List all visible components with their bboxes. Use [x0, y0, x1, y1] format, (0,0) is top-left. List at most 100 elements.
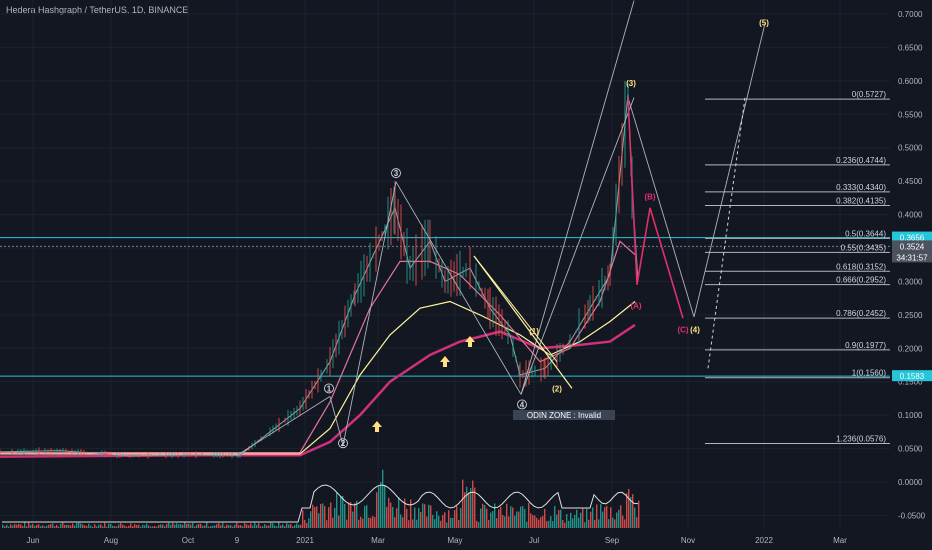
volume-bar: [282, 524, 284, 528]
volume-bar: [76, 523, 78, 528]
volume-bar: [624, 519, 626, 528]
volume-bar: [314, 506, 316, 528]
volume-bar: [254, 522, 256, 528]
volume-bar: [74, 525, 76, 528]
price-chart[interactable]: 0(0.5727) 0.236(0.4744) 0.333(0.4340) 0.382…: [0, 0, 932, 550]
volume-bar: [324, 506, 326, 528]
price-tag-text: 0.3524: [900, 242, 925, 251]
volume-bar: [272, 523, 274, 528]
volume-bar: [156, 526, 158, 528]
volume-bar: [342, 495, 344, 528]
volume-bar: [6, 524, 8, 528]
correction-channel-line: [473, 255, 558, 362]
price-tick-label: 0.2000: [898, 344, 923, 353]
volume-bar: [152, 526, 154, 528]
volume-bar: [484, 505, 486, 528]
volume-bar: [334, 507, 336, 528]
volume-bar: [202, 525, 204, 528]
time-tick-label: Aug: [104, 536, 118, 545]
volume-bar: [140, 526, 142, 528]
volume-bar: [116, 526, 118, 528]
volume-bar: [622, 515, 624, 528]
volume-bar: [126, 526, 128, 528]
volume-bar: [138, 524, 140, 528]
volume-bar: [148, 525, 150, 528]
volume-bar: [460, 507, 462, 528]
volume-bar: [96, 526, 98, 528]
volume-bar: [194, 526, 196, 528]
volume-bar: [82, 524, 84, 528]
time-tick-label: Sep: [605, 536, 620, 545]
volume-bar: [164, 526, 166, 528]
volume-bar: [16, 524, 18, 528]
volume-bar: [132, 526, 134, 528]
volume-bar: [598, 519, 600, 528]
volume-bar: [414, 507, 416, 528]
volume-bar: [12, 525, 14, 528]
volume-bar: [492, 511, 494, 528]
volume-bar: [134, 524, 136, 528]
volume-bar: [144, 525, 146, 528]
volume-bar: [304, 519, 306, 528]
volume-bar: [142, 524, 144, 528]
fib-level-label: 0.786(0.2452): [836, 309, 886, 318]
volume-bar: [32, 523, 34, 528]
volume-bar: [258, 523, 260, 528]
volume-bar: [602, 511, 604, 528]
volume-bar: [130, 523, 132, 528]
fib-level-label: 1.236(0.0576): [836, 434, 886, 443]
volume-bar: [94, 524, 96, 528]
volume-bar: [420, 512, 422, 528]
volume-bar: [452, 517, 454, 528]
fibonacci-retracement: 0(0.5727) 0.236(0.4744) 0.333(0.4340) 0.382…: [705, 90, 890, 444]
volume-bar: [588, 519, 590, 528]
volume-bar: [252, 525, 254, 528]
volume-bar: [626, 493, 628, 528]
volume-bar: [286, 523, 288, 528]
volume-bar: [418, 507, 420, 528]
volume-bar: [380, 482, 382, 528]
volume-bar: [548, 520, 550, 528]
volume-bar: [302, 510, 304, 528]
volume-bar: [72, 523, 74, 528]
volume-bar: [210, 525, 212, 528]
volume-bar: [442, 515, 444, 528]
volume-bar: [500, 506, 502, 528]
volume-bar: [416, 519, 418, 528]
time-tick-label: May: [447, 536, 462, 545]
volume-bar: [402, 517, 404, 528]
volume-bar: [160, 524, 162, 528]
wave-label: (4): [690, 326, 700, 335]
volume-bar: [454, 510, 456, 528]
volume-bar: [362, 518, 364, 528]
volume-bar: [146, 523, 148, 528]
fib-level-label: 0.9(0.1977): [845, 341, 886, 350]
volume-bar: [64, 524, 66, 528]
volume-bar: [244, 523, 246, 528]
volume-bar: [78, 522, 80, 528]
volume-bar: [206, 522, 208, 528]
volume-bar: [372, 515, 374, 528]
volume-bar: [542, 515, 544, 528]
volume-bars: [2, 469, 640, 528]
volume-bar: [558, 510, 560, 528]
price-axis: 0.7000 0.6500 0.6000 0.5500 0.5000 0.4500 0.40…: [898, 10, 926, 520]
volume-bar: [348, 502, 350, 528]
volume-bar: [448, 510, 450, 528]
volume-bar: [600, 504, 602, 528]
wave-label: 2: [341, 439, 346, 448]
volume-bar: [496, 518, 498, 528]
volume-bar: [260, 526, 262, 528]
wave-label: 1: [327, 384, 332, 393]
volume-bar: [168, 522, 170, 528]
volume-bar: [388, 497, 390, 528]
volume-bar: [508, 516, 510, 528]
volume-bar: [364, 505, 366, 528]
volume-bar: [28, 522, 30, 528]
time-tick-label: Jun: [27, 536, 40, 545]
volume-bar: [86, 525, 88, 528]
volume-bar: [534, 515, 536, 528]
volume-bar: [184, 522, 186, 528]
volume-bar: [488, 520, 490, 528]
volume-bar: [80, 523, 82, 528]
